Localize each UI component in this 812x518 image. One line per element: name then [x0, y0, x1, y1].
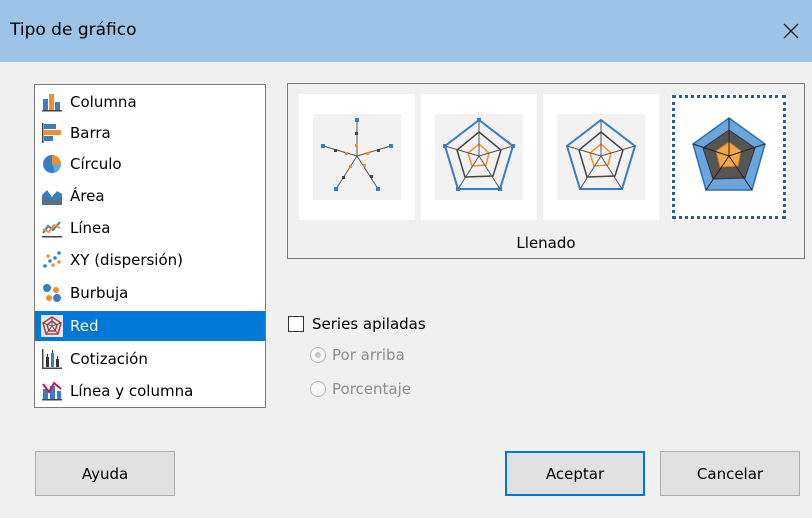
line-chart-icon	[42, 221, 62, 238]
chart-type-red[interactable]: Red	[35, 311, 265, 341]
radio-button[interactable]	[310, 381, 326, 397]
chart-type-linea[interactable]: Línea	[35, 213, 265, 243]
net-filled-icon	[692, 117, 766, 191]
net-lines-icon	[557, 114, 645, 200]
dialog-title: Tipo de gráfico	[10, 20, 137, 40]
stacked-series-checkbox[interactable]: Series apiladas	[288, 315, 426, 333]
column-line-chart-icon	[42, 381, 62, 401]
chart-type-xy[interactable]: XY (dispersión)	[35, 245, 265, 275]
scatter-chart-icon	[43, 251, 61, 268]
variant-tile-lines-points[interactable]	[421, 94, 537, 220]
chart-type-linea-columna[interactable]: Línea y columna	[35, 376, 265, 406]
stock-chart-icon	[42, 349, 62, 369]
chart-type-label: Barra	[70, 124, 111, 142]
chart-type-label: Círculo	[70, 155, 122, 173]
column-chart-icon	[42, 94, 62, 112]
percent-radio[interactable]: Porcentaje	[310, 380, 411, 398]
chart-type-label: XY (dispersión)	[70, 251, 183, 269]
help-button[interactable]: Ayuda	[35, 451, 175, 496]
variant-label: Llenado	[516, 234, 576, 252]
net-points-icon	[313, 114, 401, 200]
bar-chart-icon	[42, 123, 61, 143]
chart-type-label: Línea y columna	[70, 382, 194, 400]
on-top-radio[interactable]: Por arriba	[310, 346, 405, 364]
chart-type-list[interactable]: Columna Barra Círculo Área Línea XY (dis…	[34, 84, 266, 408]
chart-type-label: Burbuja	[70, 284, 129, 302]
ok-button[interactable]: Aceptar	[505, 451, 645, 496]
chart-variant-gallery: Llenado	[287, 83, 805, 259]
chart-type-label: Línea	[70, 219, 111, 237]
net-chart-icon	[41, 315, 63, 337]
variant-tile-lines[interactable]	[543, 94, 659, 220]
checkbox-box[interactable]	[288, 316, 304, 332]
chart-type-label: Red	[70, 317, 99, 335]
cancel-button[interactable]: Cancelar	[660, 451, 800, 496]
chart-type-circulo[interactable]: Círculo	[35, 149, 265, 179]
area-chart-icon	[42, 190, 62, 205]
chart-type-label: Columna	[70, 93, 137, 111]
chart-type-burbuja[interactable]: Burbuja	[35, 278, 265, 308]
net-lines-points-icon	[435, 114, 523, 200]
variant-tile-points[interactable]	[299, 94, 415, 220]
close-button[interactable]	[770, 10, 812, 52]
close-icon	[783, 23, 799, 39]
chart-type-label: Área	[70, 187, 105, 205]
stacked-series-label: Series apiladas	[312, 315, 426, 333]
chart-type-cotizacion[interactable]: Cotización	[35, 344, 265, 374]
radio-button[interactable]	[310, 347, 326, 363]
chart-type-area[interactable]: Área	[35, 181, 265, 211]
chart-type-barra[interactable]: Barra	[35, 118, 265, 148]
on-top-label: Por arriba	[332, 346, 405, 364]
chart-type-columna[interactable]: Columna	[35, 87, 265, 117]
dialog-titlebar: Tipo de gráfico	[0, 0, 812, 62]
variant-tile-filled[interactable]	[671, 94, 787, 220]
chart-type-label: Cotización	[70, 350, 148, 368]
percent-label: Porcentaje	[332, 380, 411, 398]
pie-chart-icon	[43, 155, 62, 173]
bubble-chart-icon	[43, 284, 61, 302]
